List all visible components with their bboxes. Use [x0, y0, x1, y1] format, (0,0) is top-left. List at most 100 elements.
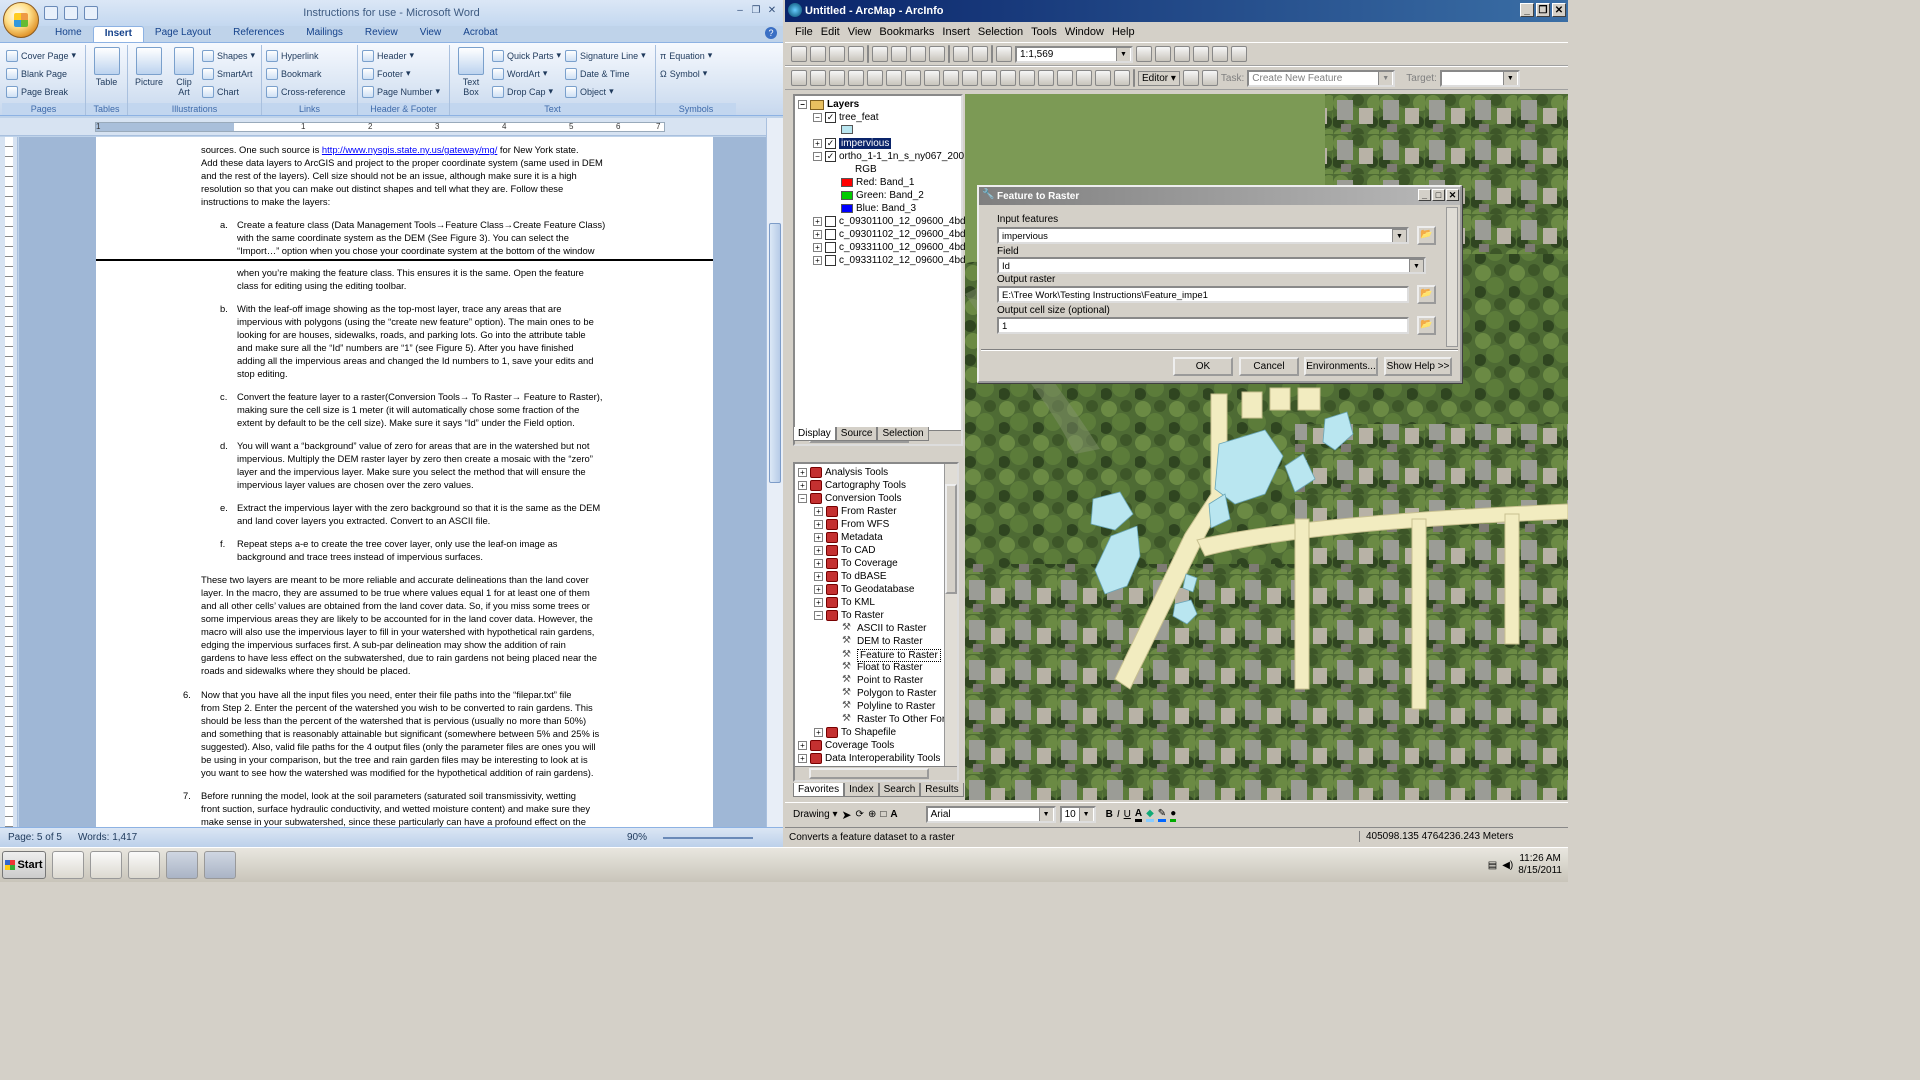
tool-item[interactable]: ⚒ Raster To Other Form	[830, 714, 954, 726]
ok-button[interactable]: OK	[1173, 357, 1233, 376]
minimize-icon[interactable]: _	[1520, 3, 1534, 17]
edit-tool-icon[interactable]	[1182, 70, 1199, 86]
editor-menu[interactable]: Editor ▾	[1138, 70, 1180, 86]
cross-reference-button[interactable]: Cross-reference	[266, 83, 346, 100]
toc-layer-impervious[interactable]: + ✓ impervious	[813, 138, 892, 149]
tab-review[interactable]: Review	[354, 26, 409, 42]
underline-button[interactable]: U	[1124, 809, 1131, 820]
zoom-level[interactable]: 90%	[619, 832, 655, 843]
tab-home[interactable]: Home	[44, 26, 93, 42]
gateway-link[interactable]: http://www.nysgis.state.ny.us/gateway/mg…	[322, 144, 497, 155]
tree-feat-symbol[interactable]	[841, 125, 853, 134]
shapes-button[interactable]: Shapes ▾	[202, 47, 255, 64]
blank-page-button[interactable]: Blank Page	[6, 65, 76, 82]
page-break-button[interactable]: Page Break	[6, 83, 76, 100]
cut-icon[interactable]	[872, 46, 888, 62]
toc-layer-ortho[interactable]: − ✓ ortho_1-1_1n_s_ny067_200	[813, 151, 964, 162]
arccatalog-icon[interactable]	[1155, 46, 1171, 62]
zoom-whole-page-icon[interactable]: ⊕	[868, 809, 876, 820]
chart-button[interactable]: Chart	[202, 83, 255, 100]
font-combo[interactable]: Arial	[925, 806, 1056, 823]
new-icon[interactable]	[791, 46, 807, 62]
toolbox-item[interactable]: + Data Interoperability Tools	[798, 753, 940, 764]
font-size-combo[interactable]: 10	[1059, 806, 1096, 823]
restore-icon[interactable]: ❐	[749, 4, 763, 18]
new-text-icon[interactable]: A	[890, 809, 897, 820]
minimize-icon[interactable]: –	[733, 4, 747, 18]
go-to-xy-icon[interactable]	[1038, 70, 1054, 86]
add-data-icon[interactable]	[996, 46, 1012, 62]
select-features-icon[interactable]	[943, 70, 959, 86]
tab-page-layout[interactable]: Page Layout	[144, 26, 222, 42]
menu-edit[interactable]: Edit	[817, 26, 844, 38]
tab-insert[interactable]: Insert	[92, 26, 144, 42]
signature-line-button[interactable]: Signature Line ▾	[565, 47, 646, 64]
smartart-button[interactable]: SmartArt	[202, 65, 255, 82]
tab-results[interactable]: Results	[920, 783, 964, 797]
toc-root[interactable]: − Layers	[798, 99, 859, 110]
page-count[interactable]: Page: 5 of 5	[0, 832, 70, 843]
equation-button[interactable]: π Equation ▾	[660, 47, 712, 64]
rectangle-icon[interactable]: □	[880, 809, 886, 820]
file-explorer-icon[interactable]	[90, 851, 122, 879]
font-color-icon[interactable]: A	[1134, 808, 1143, 822]
map-scale-combo[interactable]: 1:1,569	[1015, 45, 1133, 63]
model-builder-icon[interactable]	[1212, 46, 1228, 62]
toolset-item[interactable]: − To Raster	[814, 610, 884, 621]
expand-icon[interactable]: +	[814, 728, 823, 737]
tab-references[interactable]: References	[222, 26, 295, 42]
bookmark-button[interactable]: Bookmark	[266, 65, 346, 82]
marker-color-icon[interactable]: ●	[1170, 808, 1177, 822]
quick-parts-button[interactable]: Quick Parts ▾	[492, 47, 561, 64]
layer-checkbox[interactable]	[825, 229, 836, 240]
network-icon[interactable]: ▤	[1488, 860, 1497, 871]
browse-folder-icon[interactable]: 📂	[1417, 316, 1436, 335]
maximize-icon[interactable]: □	[1432, 189, 1445, 201]
scroll-thumb[interactable]	[769, 223, 781, 483]
toc-raster-3[interactable]: + c_09331100_12_09600_4bd	[813, 242, 966, 253]
tab-favorites[interactable]: Favorites	[793, 783, 845, 797]
zoom-in-icon[interactable]	[791, 70, 807, 86]
start-button[interactable]: Start	[2, 851, 46, 879]
italic-button[interactable]: I	[1117, 809, 1120, 820]
tool-item[interactable]: ⚒ Polyline to Raster	[830, 701, 935, 713]
delete-icon[interactable]	[929, 46, 945, 62]
tool-item[interactable]: ⚒ ASCII to Raster	[830, 623, 926, 635]
undo-icon[interactable]	[953, 46, 969, 62]
menu-tools[interactable]: Tools	[1027, 26, 1061, 38]
toolbox-hscroll[interactable]	[795, 766, 957, 780]
close-icon[interactable]: ✕	[765, 4, 779, 18]
paste-icon[interactable]	[910, 46, 926, 62]
restore-icon[interactable]: ❐	[1536, 3, 1550, 17]
zoom-out-icon[interactable]	[810, 70, 826, 86]
identify-icon[interactable]	[1000, 70, 1016, 86]
dialog-title-bar[interactable]: 🔧 Feature to Raster _ □ ✕	[979, 187, 1460, 205]
clip-art-button[interactable]: Clip Art	[170, 47, 198, 103]
drawing-menu[interactable]: Drawing ▾	[793, 809, 837, 820]
back-extent-icon[interactable]	[905, 70, 921, 86]
menu-view[interactable]: View	[844, 26, 876, 38]
toolset-item[interactable]: + To CAD	[814, 545, 875, 556]
tab-index[interactable]: Index	[844, 783, 879, 797]
tool-item[interactable]: ⚒ Polygon to Raster	[830, 688, 937, 700]
toolset-item[interactable]: + To Coverage	[814, 558, 898, 569]
task-combo[interactable]: Create New Feature	[1247, 69, 1396, 87]
expand-icon[interactable]: +	[798, 468, 807, 477]
tool-item[interactable]: ⚒ DEM to Raster	[830, 636, 923, 648]
expand-icon[interactable]: +	[814, 507, 823, 516]
close-icon[interactable]: ✕	[1552, 3, 1566, 17]
dialog-vscroll[interactable]	[1446, 207, 1458, 347]
toolbox-item[interactable]: + Analysis Tools	[798, 467, 888, 478]
arcmap-taskbar-icon[interactable]	[204, 851, 236, 879]
header-button[interactable]: Header ▾	[362, 47, 440, 64]
measure-icon[interactable]	[1057, 70, 1073, 86]
output-raster-input[interactable]: E:\Tree Work\Testing Instructions\Featur…	[997, 286, 1409, 303]
tab-acrobat[interactable]: Acrobat	[452, 26, 508, 42]
word-taskbar-icon[interactable]	[166, 851, 198, 879]
browse-folder-icon[interactable]: 📂	[1417, 226, 1436, 245]
command-line-icon[interactable]	[1193, 46, 1209, 62]
browse-folder-icon[interactable]: 📂	[1417, 285, 1436, 304]
toc-raster-4[interactable]: + c_09331102_12_09600_4bd	[813, 255, 966, 266]
line-color-icon[interactable]: ✎	[1157, 808, 1167, 822]
select-elements-icon[interactable]: ➤	[841, 808, 851, 822]
